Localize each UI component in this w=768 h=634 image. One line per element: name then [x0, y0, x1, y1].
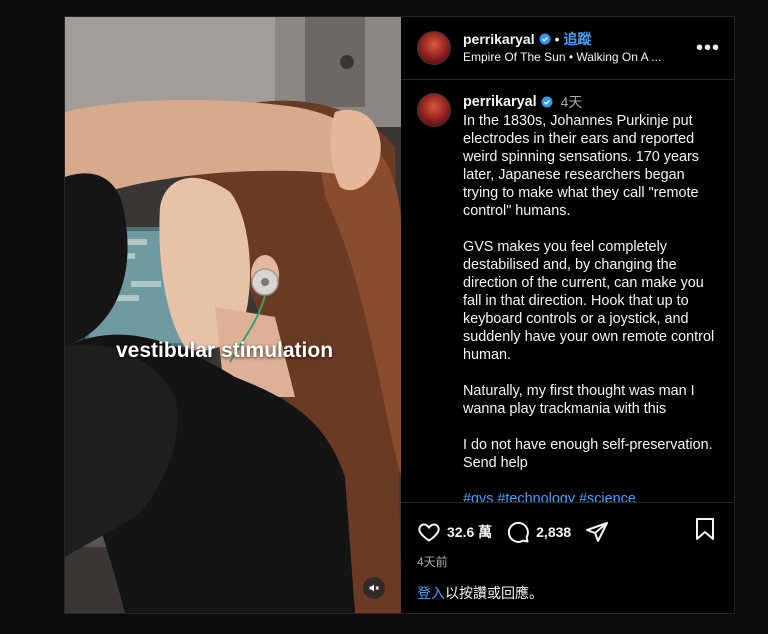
comment-icon — [508, 521, 530, 543]
audio-track-link[interactable]: Empire Of The Sun • Walking On A ... — [463, 48, 661, 66]
save-button[interactable] — [694, 517, 716, 546]
like-count[interactable]: 32.6 萬 — [447, 522, 492, 542]
caption-paragraph: I do not have enough self-preservation. … — [463, 437, 717, 471]
share-button[interactable] — [585, 520, 609, 544]
caption-time[interactable]: 4天 — [561, 93, 583, 111]
heart-icon — [418, 523, 440, 542]
video-caption: vestibular stimulation — [116, 339, 334, 362]
follow-button[interactable]: 追蹤 — [564, 30, 592, 48]
comment-button[interactable]: 2,838 — [506, 520, 571, 544]
post-header: perrikaryal • 追蹤 Empire Of The Sun • Wal… — [401, 17, 734, 80]
post-sidebar: perrikaryal • 追蹤 Empire Of The Sun • Wal… — [401, 17, 734, 613]
login-prompt: 登入以按讚或回應。 — [417, 583, 543, 603]
comment-count[interactable]: 2,838 — [536, 524, 571, 540]
username[interactable]: perrikaryal — [463, 30, 535, 48]
caption-avatar[interactable] — [417, 93, 451, 127]
mute-button[interactable] — [363, 577, 385, 599]
login-prompt-text: 以按讚或回應。 — [445, 585, 543, 601]
verified-badge-icon — [541, 96, 553, 108]
more-options-icon[interactable]: ••• — [696, 37, 720, 60]
caption-body: perrikaryal 4天 In the 1830s, Johannes Pu… — [463, 93, 718, 502]
paper-plane-icon — [586, 522, 609, 542]
verified-badge-icon — [539, 33, 551, 45]
caption-paragraph: GVS makes you feel completely destabilis… — [463, 239, 719, 363]
video-player[interactable]: vestibular stimulation — [65, 17, 401, 613]
avatar[interactable] — [417, 31, 451, 65]
separator-dot: • — [554, 31, 560, 47]
post-modal: vestibular stimulation perrikaryal • 追蹤 — [64, 16, 735, 614]
login-link[interactable]: 登入 — [417, 585, 445, 601]
video-frame — [65, 17, 401, 613]
hashtag-link[interactable]: #gvs — [463, 491, 493, 502]
like-button[interactable]: 32.6 萬 — [417, 520, 492, 544]
hashtag-link[interactable]: #science — [579, 491, 636, 502]
hashtag-link[interactable]: #technology — [497, 491, 575, 502]
speaker-muted-icon — [369, 584, 379, 592]
post-timestamp[interactable]: 4天前 — [401, 553, 734, 570]
caption-username[interactable]: perrikaryal — [463, 93, 537, 111]
bookmark-icon — [696, 518, 714, 540]
caption-paragraph: Naturally, my first thought was man I wa… — [463, 383, 699, 417]
hashtags: #gvs #technology #science — [463, 490, 718, 502]
caption-paragraph: In the 1830s, Johannes Purkinje put elec… — [463, 113, 703, 219]
caption-section: perrikaryal 4天 In the 1830s, Johannes Pu… — [401, 80, 734, 502]
action-bar: 32.6 萬 2,838 4天前 登入以按讚或回應。 — [401, 502, 734, 613]
